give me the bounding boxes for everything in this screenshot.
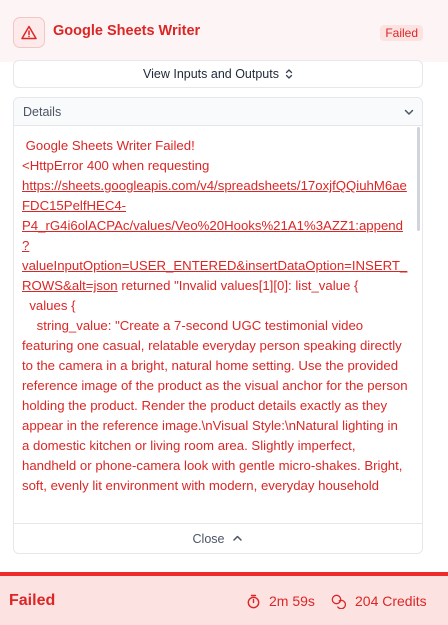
credits: 204 Credits: [331, 593, 427, 609]
details-header[interactable]: Details: [14, 98, 422, 126]
warning-triangle-icon: [13, 17, 45, 48]
view-inputs-outputs-label: View Inputs and Outputs: [143, 67, 279, 81]
close-details-button[interactable]: Close: [14, 523, 422, 553]
duration-value: 2m 59s: [269, 593, 315, 609]
stopwatch-icon: [247, 594, 260, 608]
node-header: Google Sheets Writer Failed: [0, 0, 448, 62]
scrollbar-thumb[interactable]: [417, 127, 420, 231]
chevron-down-icon[interactable]: [403, 106, 415, 118]
error-prefix: <HttpError 400 when requesting: [22, 158, 213, 173]
coins-icon: [331, 594, 346, 609]
details-panel: Details Google Sheets Writer Failed! <Ht…: [13, 97, 423, 554]
chevron-up-icon: [233, 535, 243, 541]
request-url-link[interactable]: https://sheets.googleapis.com/v4/spreads…: [22, 178, 407, 293]
error-heading: Google Sheets Writer Failed!: [22, 138, 195, 153]
close-label: Close: [192, 531, 225, 546]
details-label: Details: [23, 105, 62, 119]
node-title: Google Sheets Writer: [53, 23, 201, 39]
chevrons-up-down-icon: [285, 69, 293, 79]
status-badge: Failed: [380, 25, 423, 41]
view-inputs-outputs-button[interactable]: View Inputs and Outputs: [13, 60, 423, 88]
duration: 2m 59s: [246, 593, 315, 609]
error-message: Google Sheets Writer Failed! <HttpError …: [14, 127, 422, 496]
error-detail: returned "Invalid values[1][0]: list_val…: [22, 278, 408, 493]
details-content[interactable]: Google Sheets Writer Failed! <HttpError …: [14, 127, 422, 525]
footer-status-bar: Failed 2m 59s 204 Credits: [0, 576, 448, 625]
footer-status: Failed: [9, 592, 56, 609]
credits-value: 204 Credits: [355, 593, 427, 609]
